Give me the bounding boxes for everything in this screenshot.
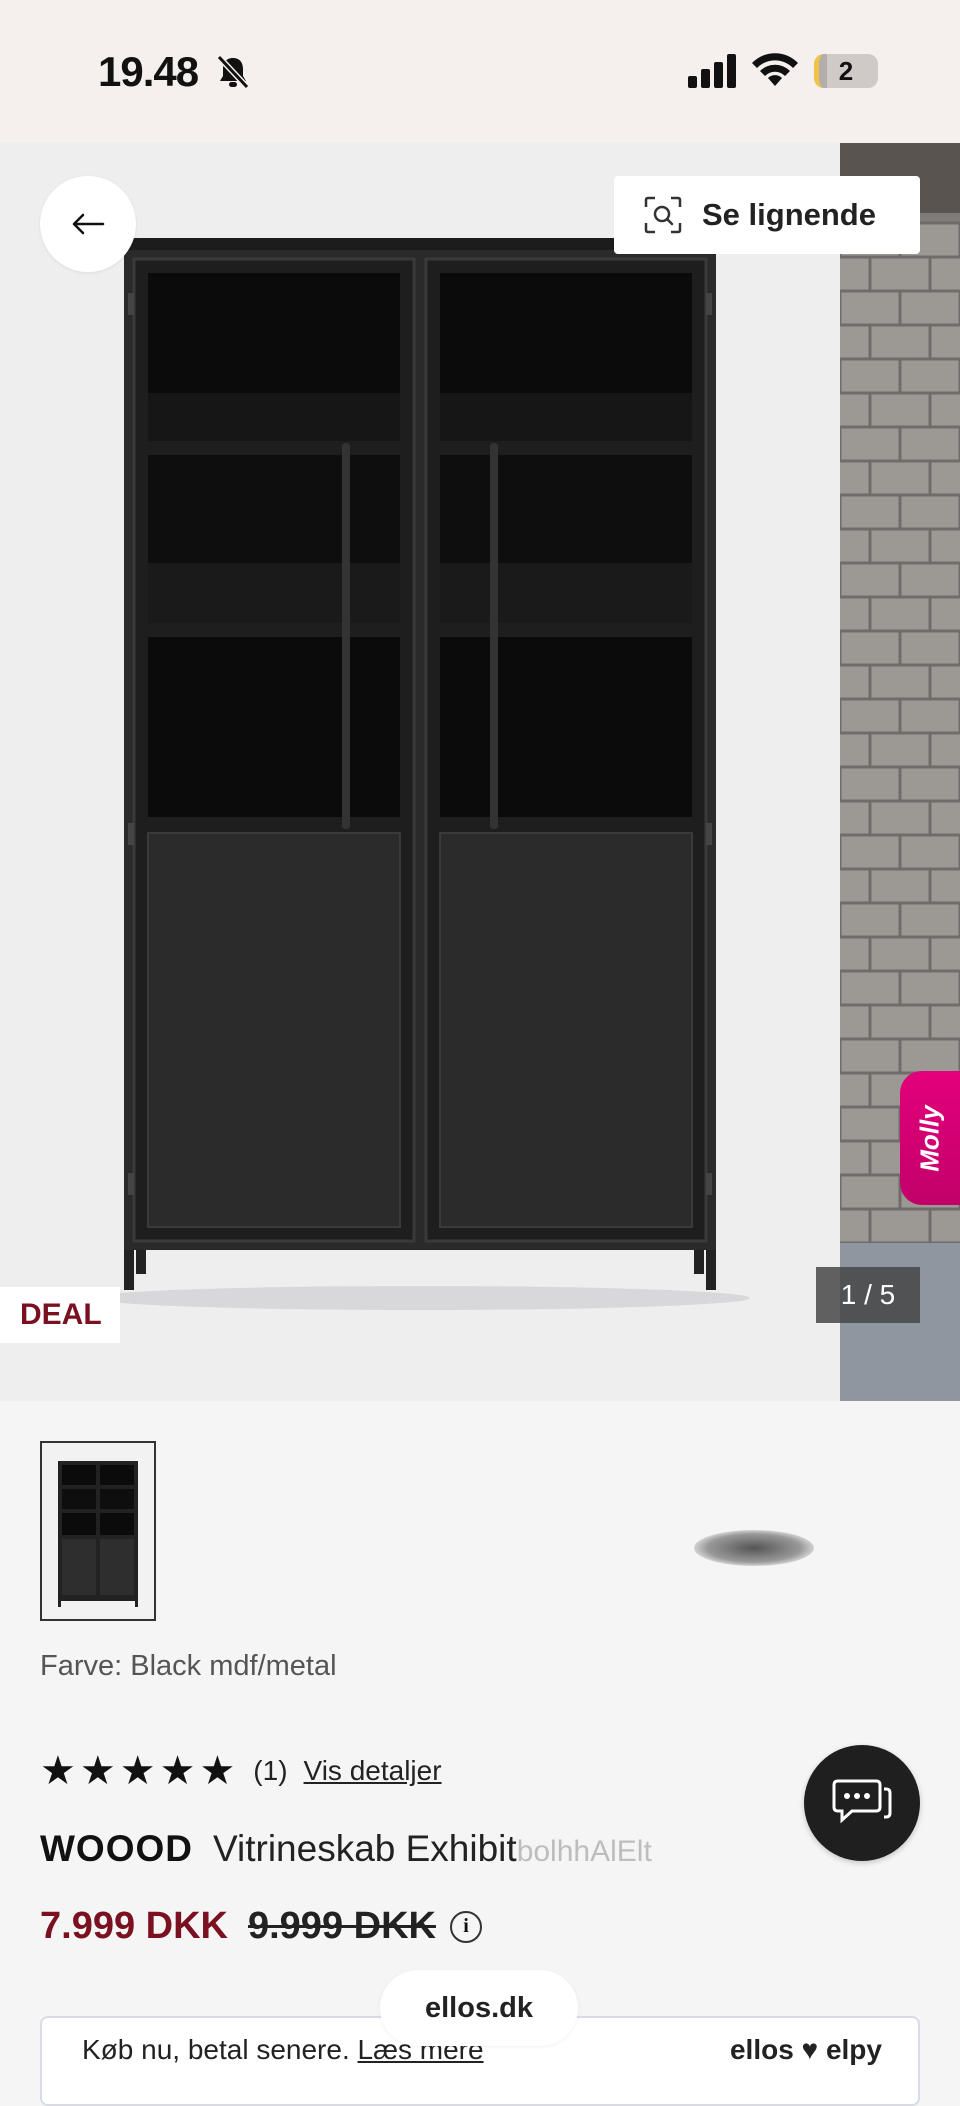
rating-stars: ★ ★ ★ ★ ★ [40,1748,239,1794]
info-icon[interactable]: i [449,1910,482,1943]
chat-icon [832,1779,892,1824]
current-price: 7.999 DKK [40,1905,228,1947]
view-details-link[interactable]: Vis detaljer [304,1755,442,1787]
visual-search-icon [644,196,682,234]
rating-count: (1) [253,1755,288,1786]
next-photo-peek[interactable] [840,143,960,1401]
product-name-overflow: bolhhAlElt [516,1835,652,1868]
cabinet-image [90,238,750,1310]
back-button[interactable] [40,176,136,272]
chat-button[interactable] [804,1745,920,1861]
product-title: WOOOD Vitrineskab ExhibitbolhhAlElt [40,1828,652,1870]
battery-icon: 2 [814,54,878,88]
image-page-counter: 1 / 5 [816,1267,920,1323]
price-row: 7.999 DKK 9.999 DKK i [40,1905,482,1948]
product-gallery[interactable]: Se lignende Molly DEAL 1 / 5 [0,143,960,1401]
product-brand: WOOOD [40,1828,193,1869]
ellos-elpy-logo: ellos ♥ elpy [729,2034,882,2065]
color-info: Farve: Black mdf/metal [40,1650,337,1683]
battery-cap [872,64,877,78]
blurred-swatch [694,1530,814,1566]
brick-wall-image [840,143,960,1401]
star-icon: ★ [159,1749,196,1793]
product-photo[interactable] [0,143,840,1401]
product-name: Vitrineskab Exhibit [212,1828,517,1869]
bell-slash-icon [216,54,250,90]
see-similar-label: Se lignende [702,197,876,232]
wifi-icon [752,53,798,86]
battery-percent: 2 [838,56,854,86]
color-value: Black mdf/metal [130,1650,337,1682]
star-icon: ★ [119,1749,156,1793]
see-similar-button[interactable]: Se lignende [614,176,920,254]
star-icon: ★ [199,1749,236,1793]
back-arrow-icon [72,213,105,235]
star-icon: ★ [40,1749,76,1793]
browser-url-pill[interactable]: ellos.dk [380,1970,578,2046]
color-thumbnail[interactable] [40,1441,156,1621]
status-bar: 19.48 2 [0,0,960,143]
bnpl-message: Køb nu, betal senere. [82,2034,350,2065]
deal-badge: DEAL [0,1287,120,1343]
original-price: 9.999 DKK [247,1905,436,1947]
thumbnail-cabinet-image [58,1461,138,1607]
rating-row: ★ ★ ★ ★ ★ (1) Vis detaljer [40,1748,442,1794]
signal-icon [688,54,736,88]
color-label: Farve: [40,1650,123,1682]
molly-label: Molly [914,1104,945,1172]
star-icon: ★ [79,1749,116,1793]
molly-assistant-tab[interactable]: Molly [900,1071,960,1205]
status-time: 19.48 [98,48,199,95]
